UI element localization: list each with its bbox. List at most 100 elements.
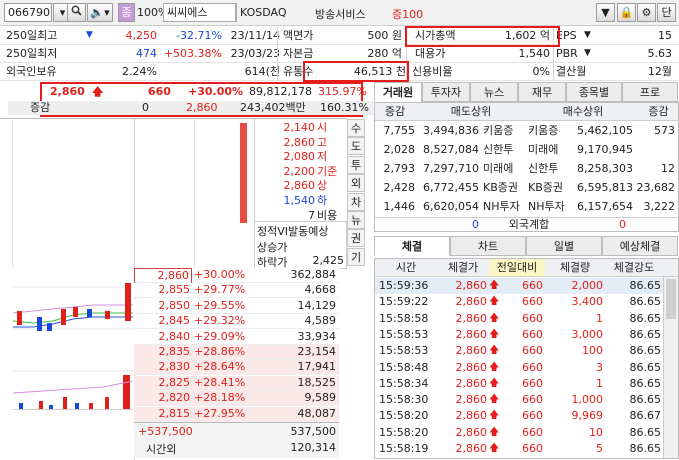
ladder-row[interactable]: 2,860 +30.00% 362,884 [134, 268, 339, 284]
amount-value: 243,402백만 [240, 101, 306, 114]
up-arrow-icon: 🡅 [489, 312, 500, 324]
trade-row[interactable]: 15:58:53 2,860 🡅 660 100 86.65 [375, 343, 663, 359]
trade-row[interactable]: 15:58:20 2,860 🡅 660 10 86.65 [375, 425, 663, 441]
search-icon[interactable] [67, 3, 86, 22]
broker-row[interactable]: 2,028 8,527,084 신한투 미래에 9,170,945 [375, 141, 678, 159]
trade-strength: 86.65 [629, 311, 662, 325]
collateral-label: 대용가 [415, 47, 446, 60]
tab-news[interactable]: 뉴스 [470, 82, 518, 102]
ladder-pct: +28.18% [194, 391, 246, 405]
side-button[interactable]: 투 [347, 155, 365, 174]
ladder-qty: 9,589 [304, 391, 337, 405]
eps-dropdown-icon[interactable]: ▼ [584, 27, 591, 45]
trade-row[interactable]: 15:59:36 2,860 🡅 660 2,000 86.65 [375, 278, 663, 294]
broker-buy-qty: 9,170,945 [577, 143, 633, 156]
trade-qty: 1 [596, 311, 603, 325]
trade-row[interactable]: 15:58:53 2,860 🡅 660 3,000 86.65 [375, 327, 663, 343]
tab-finance[interactable]: 재무 [518, 82, 566, 102]
trade-diff: 660 [522, 425, 543, 439]
tab-expected[interactable]: 예상체결 [602, 236, 678, 256]
header-change-left: 증감 [384, 105, 406, 118]
broker-row[interactable]: 7,755 3,494,836 키움증 키움증 5,462,105 573 [375, 122, 678, 140]
tab-program[interactable]: 프로 [622, 82, 678, 102]
side-button[interactable]: 권 [347, 229, 365, 248]
change-v1: 0 [142, 101, 149, 114]
broker-row[interactable]: 2,793 7,297,710 미래에 신한투 8,258,303 12 [375, 160, 678, 178]
sound-icon[interactable]: 🔈▾ [87, 3, 113, 22]
ladder-row[interactable]: 2,835 +28.86% 23,154 [134, 345, 339, 360]
single-mode-button[interactable]: 단 [657, 3, 676, 22]
trade-time: 15:58:48 [379, 360, 429, 374]
summary-row: 2,200 기준 [255, 165, 345, 179]
trade-qty: 9,969 [571, 409, 604, 423]
header-diff: 전일대비 [489, 259, 545, 276]
broker-buy-qty: 8,258,303 [577, 162, 633, 175]
mode-button[interactable]: 종 [118, 3, 135, 22]
ladder-price: 2,840 [158, 329, 191, 343]
ladder-row[interactable]: 2,815 +27.95% 48,087 [134, 406, 339, 422]
broker-buy-name: 키움증 [528, 124, 559, 137]
sector-label: 방송서비스 [315, 8, 366, 21]
trade-row[interactable]: 15:59:22 2,860 🡅 660 3,400 86.65 [375, 294, 663, 310]
ladder-pct: +30.00% [194, 268, 246, 281]
ladder-row[interactable]: 2,820 +28.18% 9,589 [134, 391, 339, 407]
broker-buy-name: NH투자 [528, 200, 565, 213]
ladder-price: 2,815 [158, 406, 191, 420]
trades-scrollbar[interactable] [663, 277, 678, 458]
broker-buy-name: 신한투 [528, 162, 559, 175]
vi-lower-value: 2,425 [312, 254, 345, 267]
lock-icon[interactable]: 🔒 [617, 3, 636, 22]
trade-row[interactable]: 15:58:19 2,860 🡅 660 5 86.65 [375, 441, 663, 457]
trade-diff: 660 [522, 393, 543, 407]
tab-daily[interactable]: 일별 [526, 236, 602, 256]
ladder-row[interactable]: 2,855 +29.77% 4,668 [134, 283, 339, 299]
broker-row[interactable]: 1,446 6,620,054 NH투자 NH투자 6,157,654 3,222 [375, 198, 678, 216]
collateral-value: 1,540 [518, 47, 551, 60]
ladder-row[interactable]: 2,845 +29.32% 4,589 [134, 314, 339, 330]
tab-broker[interactable]: 거래원 [374, 82, 422, 102]
ladder-qty: 23,154 [297, 345, 337, 358]
ladder-row[interactable]: 2,850 +29.55% 14,129 [134, 298, 339, 314]
side-button[interactable]: 기 [347, 247, 365, 266]
side-button[interactable]: 뉴 [347, 211, 365, 229]
side-button[interactable]: 도 [347, 137, 365, 156]
ladder-qty: 33,934 [297, 329, 337, 343]
price-pct: +30.00% [188, 85, 244, 98]
ladder-row[interactable]: 2,830 +28.64% 17,941 [134, 360, 339, 376]
up-arrow-icon: 🡅 [92, 85, 104, 98]
up-arrow-icon: 🡅 [489, 361, 500, 373]
eps-value: 15 [658, 29, 672, 42]
side-button[interactable]: 차 [347, 192, 365, 211]
trade-row[interactable]: 15:58:48 2,860 🡅 660 3 86.65 [375, 360, 663, 376]
vi-upper-label: 상승가 [257, 241, 288, 254]
side-button[interactable]: 외 [347, 174, 365, 193]
tab-investor[interactable]: 투자자 [422, 82, 470, 102]
tab-by-stock[interactable]: 종목별 [566, 82, 622, 102]
trade-row[interactable]: 15:58:20 2,860 🡅 660 9,969 86.67 [375, 408, 663, 424]
broker-row[interactable]: 2,428 6,772,455 KB증권 KB증권 6,595,813 23,682 [375, 179, 678, 197]
trade-row[interactable]: 15:58:30 2,860 🡅 660 1,000 86.65 [375, 392, 663, 408]
tab-trades[interactable]: 체결 [374, 236, 450, 256]
trade-time: 15:58:53 [379, 344, 429, 358]
trade-row[interactable]: 15:58:34 2,860 🡅 660 1 86.65 [375, 376, 663, 392]
ladder-pct: +29.77% [194, 283, 246, 297]
ladder-qty: 18,525 [297, 375, 337, 389]
summary-label: 하 [317, 194, 328, 207]
trade-diff: 660 [522, 311, 543, 325]
change-v4: 160.31% [320, 101, 369, 114]
foreign-sell-total: 0 [472, 218, 479, 231]
side-button[interactable]: 수 [347, 119, 365, 137]
summary-row: 2,860 고 [255, 136, 345, 150]
header-time: 시간 [395, 261, 417, 274]
trade-qty: 3,400 [571, 295, 604, 309]
tab-chart[interactable]: 차트 [450, 236, 526, 256]
minimize-icon[interactable]: ▼ [596, 3, 615, 22]
trade-row[interactable]: 15:58:58 2,860 🡅 660 1 86.65 [375, 311, 663, 327]
stock-code-input[interactable]: 066790 [4, 3, 52, 22]
trade-time: 15:58:34 [379, 376, 429, 390]
gear-icon[interactable]: ⚙ [637, 3, 656, 22]
ladder-row[interactable]: 2,825 +28.41% 18,525 [134, 375, 339, 391]
ladder-row[interactable]: 2,840 +29.09% 33,934 [134, 329, 339, 345]
pbr-dropdown-icon[interactable]: ▼ [584, 45, 591, 63]
trade-qty: 100 [582, 344, 603, 358]
